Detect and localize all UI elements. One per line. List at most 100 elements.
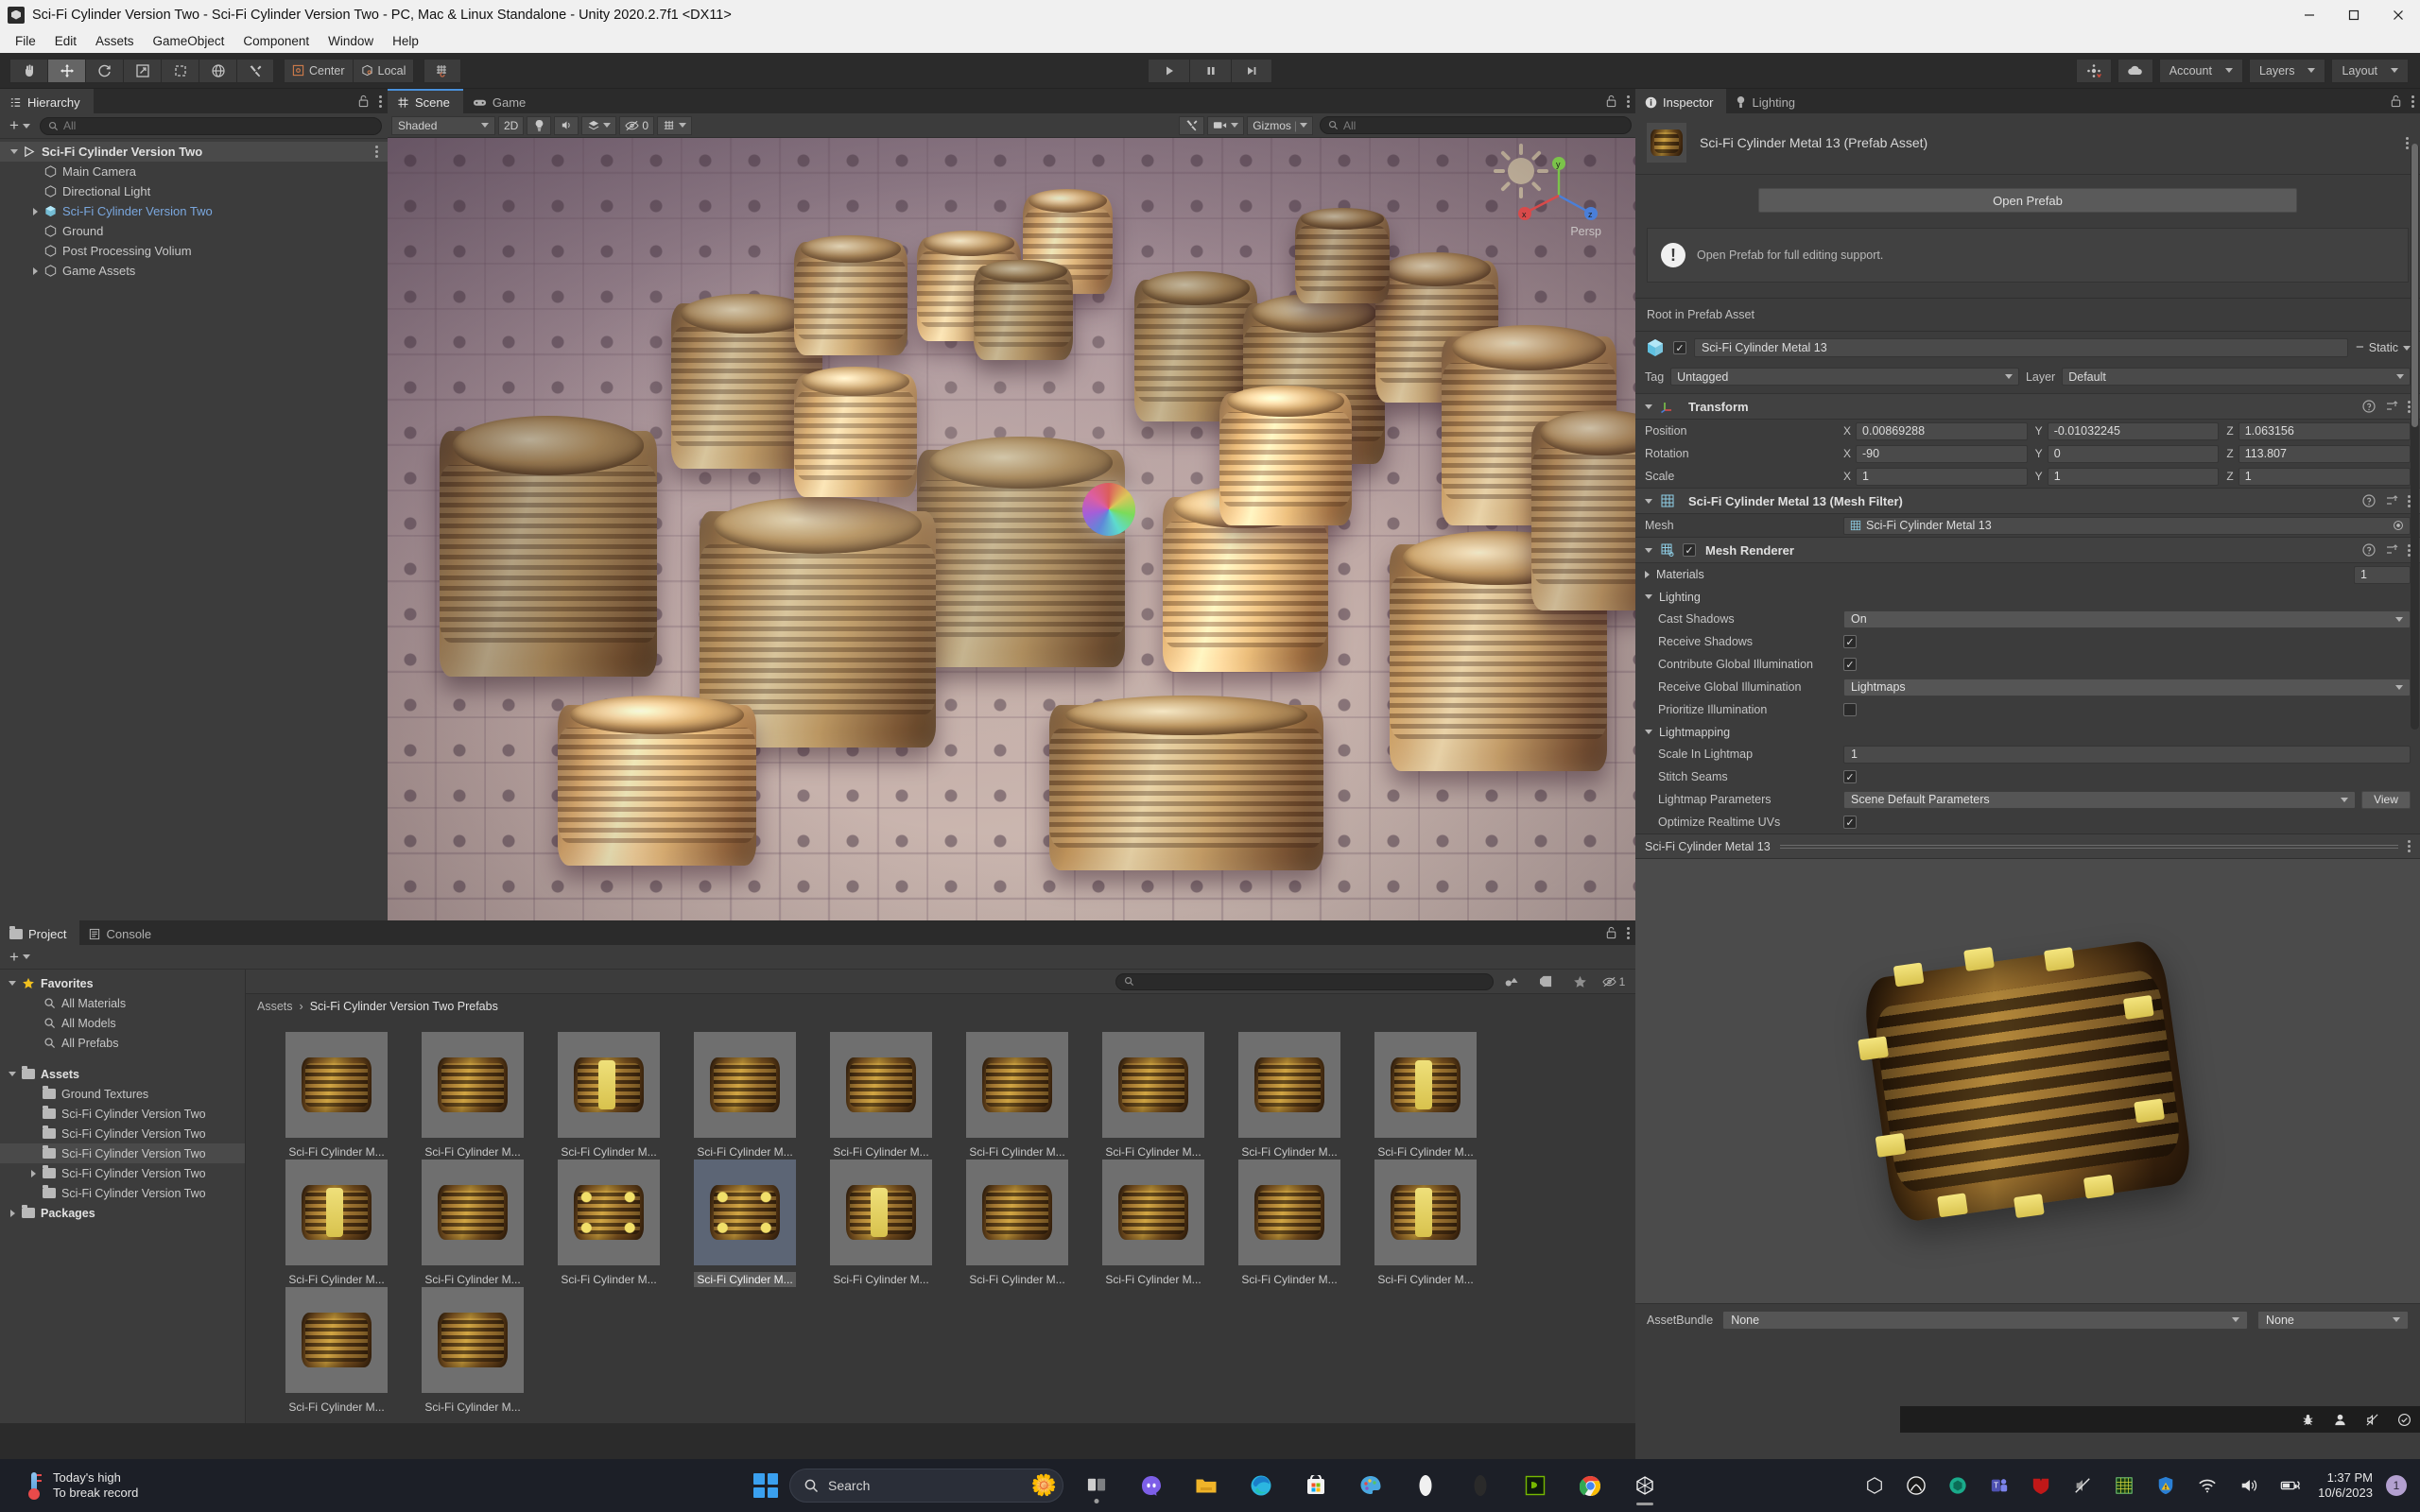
menu-file[interactable]: File bbox=[6, 32, 45, 50]
asset-item-11[interactable]: Sci-Fi Cylinder M... bbox=[541, 1160, 677, 1287]
asset-preview-viewport[interactable] bbox=[1635, 859, 2420, 1303]
rotate-tool-button[interactable] bbox=[85, 58, 123, 83]
project-tree-item-1[interactable]: All Materials bbox=[0, 993, 245, 1013]
lighting-receive-global-illumination-dropdown[interactable]: Lightmaps bbox=[1843, 678, 2411, 696]
lightmapping-lightmap-parameters-view-button[interactable]: View bbox=[2361, 790, 2411, 809]
asset-item-8[interactable]: Sci-Fi Cylinder M... bbox=[1357, 1032, 1494, 1160]
hierarchy-item-3[interactable]: Sci-Fi Cylinder Version Two bbox=[0, 201, 388, 221]
menu-edit[interactable]: Edit bbox=[45, 32, 86, 50]
mcafee-tray-icon[interactable] bbox=[2027, 1471, 2055, 1500]
chevron-down-icon[interactable] bbox=[1645, 730, 1652, 734]
inspector-scrollbar[interactable] bbox=[2411, 144, 2419, 730]
taskbar-search-input[interactable]: Search 🌼 bbox=[789, 1469, 1063, 1503]
scale-tool-button[interactable] bbox=[123, 58, 161, 83]
move-tool-button[interactable] bbox=[47, 58, 85, 83]
breadcrumb-assets[interactable]: Assets bbox=[257, 1000, 293, 1013]
project-tree-item-8[interactable]: Sci-Fi Cylinder Version Two bbox=[0, 1124, 245, 1143]
asset-item-10[interactable]: Sci-Fi Cylinder M... bbox=[405, 1160, 541, 1287]
hierarchy-menu-icon[interactable] bbox=[379, 94, 382, 108]
lock-icon[interactable] bbox=[357, 94, 370, 108]
hierarchy-add-button[interactable]: + bbox=[6, 116, 34, 135]
gizmos-dropdown[interactable]: Gizmos | bbox=[1247, 115, 1313, 135]
edge-icon[interactable] bbox=[1239, 1464, 1283, 1507]
inspector-menu-icon[interactable] bbox=[2411, 94, 2414, 108]
xbox-tray-icon[interactable] bbox=[1902, 1471, 1930, 1500]
preview-grip[interactable] bbox=[1779, 842, 2398, 850]
windows-start-icon[interactable] bbox=[753, 1473, 778, 1498]
tab-inspector[interactable]: Inspector bbox=[1635, 89, 1727, 113]
tab-game[interactable]: Game bbox=[462, 89, 540, 113]
collapse-toggle[interactable] bbox=[8, 149, 21, 154]
preset-icon[interactable] bbox=[2385, 543, 2398, 557]
menu-gameobject[interactable]: GameObject bbox=[144, 32, 234, 50]
scene-viewport[interactable]: y z x Persp bbox=[388, 138, 1635, 945]
transform-scale-x-field[interactable]: 1 bbox=[1856, 467, 2028, 486]
project-tree-item-9[interactable]: Sci-Fi Cylinder Version Two bbox=[0, 1143, 245, 1163]
sketchfab-tray-icon[interactable] bbox=[1944, 1471, 1972, 1500]
menu-help[interactable]: Help bbox=[383, 32, 428, 50]
transform-scale-y-field[interactable]: 1 bbox=[2047, 467, 2220, 486]
project-tree-item-10[interactable]: Sci-Fi Cylinder Version Two bbox=[0, 1163, 245, 1183]
lightmapping-foldout[interactable]: Lightmapping bbox=[1635, 721, 2420, 743]
hierarchy-item-4[interactable]: Ground bbox=[0, 221, 388, 241]
project-tree-item-12[interactable]: Packages bbox=[0, 1203, 245, 1223]
volume-icon[interactable] bbox=[2235, 1471, 2263, 1500]
assetbundle-dropdown[interactable]: None bbox=[1722, 1310, 2248, 1330]
play-button[interactable] bbox=[1148, 58, 1189, 83]
task-view-icon[interactable] bbox=[1075, 1464, 1118, 1507]
rect-tool-button[interactable] bbox=[161, 58, 199, 83]
mesh-filter-component-header[interactable]: Sci-Fi Cylinder Metal 13 (Mesh Filter) bbox=[1635, 488, 2420, 514]
notification-badge[interactable]: 1 bbox=[2386, 1475, 2407, 1496]
asset-item-17[interactable]: Sci-Fi Cylinder M... bbox=[1357, 1160, 1494, 1287]
tag-dropdown[interactable]: Untagged bbox=[1670, 368, 2019, 386]
create-asset-icon[interactable] bbox=[1495, 971, 1528, 992]
asset-item-1[interactable]: Sci-Fi Cylinder M... bbox=[405, 1032, 541, 1160]
transform-rotation-x-field[interactable]: -90 bbox=[1856, 444, 2028, 463]
tab-hierarchy[interactable]: Hierarchy bbox=[0, 89, 94, 113]
hierarchy-item-5[interactable]: Post Processing Volium bbox=[0, 241, 388, 261]
spreadsheet-tray-icon[interactable] bbox=[2110, 1471, 2138, 1500]
help-icon[interactable] bbox=[2362, 543, 2376, 557]
preset-icon[interactable] bbox=[2385, 400, 2398, 413]
layer-dropdown[interactable]: Default bbox=[2062, 368, 2411, 386]
asset-item-2[interactable]: Sci-Fi Cylinder M... bbox=[541, 1032, 677, 1160]
layout-dropdown[interactable]: Layout bbox=[2331, 58, 2409, 83]
expand-toggle[interactable] bbox=[6, 1209, 19, 1217]
transform-rotation-z-field[interactable]: 113.807 bbox=[2238, 444, 2411, 463]
asset-menu-icon[interactable] bbox=[2406, 136, 2409, 149]
lighting-receive-shadows-checkbox[interactable]: ✓ bbox=[1843, 635, 1857, 648]
project-tree-item-0[interactable]: Favorites bbox=[0, 973, 245, 993]
chevron-down-icon[interactable] bbox=[1645, 404, 1652, 409]
teams-tray-icon[interactable]: T bbox=[1985, 1471, 2014, 1500]
asset-item-14[interactable]: Sci-Fi Cylinder M... bbox=[949, 1160, 1085, 1287]
lightmapping-stitch-seams-checkbox[interactable]: ✓ bbox=[1843, 770, 1857, 783]
no-sound-icon[interactable] bbox=[2356, 1408, 2388, 1431]
handle-space-button[interactable]: Local bbox=[352, 58, 415, 83]
transform-component-header[interactable]: Transform bbox=[1635, 393, 2420, 420]
object-picker-icon[interactable] bbox=[2393, 520, 2404, 531]
preset-icon[interactable] bbox=[2385, 494, 2398, 507]
transform-tool-button[interactable] bbox=[199, 58, 236, 83]
lighting-cast-shadows-dropdown[interactable]: On bbox=[1843, 610, 2411, 628]
gameobject-name-field[interactable]: Sci-Fi Cylinder Metal 13 bbox=[1694, 338, 2348, 357]
lock-icon[interactable] bbox=[1605, 926, 1617, 939]
hidden-eye-icon[interactable]: 1 bbox=[1598, 971, 1630, 992]
scene-menu-icon[interactable] bbox=[1627, 94, 1630, 108]
asset-item-12[interactable]: Sci-Fi Cylinder M... bbox=[677, 1160, 813, 1287]
account-dropdown[interactable]: Account bbox=[2158, 58, 2243, 83]
close-button[interactable] bbox=[2376, 0, 2420, 29]
step-button[interactable] bbox=[1231, 58, 1272, 83]
defender-tray-icon[interactable] bbox=[2152, 1471, 2180, 1500]
asset-item-9[interactable]: Sci-Fi Cylinder M... bbox=[268, 1160, 405, 1287]
asset-item-4[interactable]: Sci-Fi Cylinder M... bbox=[813, 1032, 949, 1160]
minimize-button[interactable] bbox=[2287, 0, 2331, 29]
materials-count-field[interactable]: 1 bbox=[2354, 565, 2411, 584]
expand-toggle[interactable] bbox=[28, 266, 42, 275]
mesh-renderer-enabled-checkbox[interactable]: ✓ bbox=[1683, 543, 1696, 557]
asset-item-7[interactable]: Sci-Fi Cylinder M... bbox=[1221, 1032, 1357, 1160]
layers-dropdown[interactable]: Layers bbox=[2248, 58, 2326, 83]
scene-fx-dropdown[interactable] bbox=[581, 115, 617, 135]
transform-position-z-field[interactable]: 1.063156 bbox=[2238, 421, 2411, 440]
project-tree-item-6[interactable]: Ground Textures bbox=[0, 1084, 245, 1104]
scene-tools-icon[interactable] bbox=[1179, 115, 1205, 135]
